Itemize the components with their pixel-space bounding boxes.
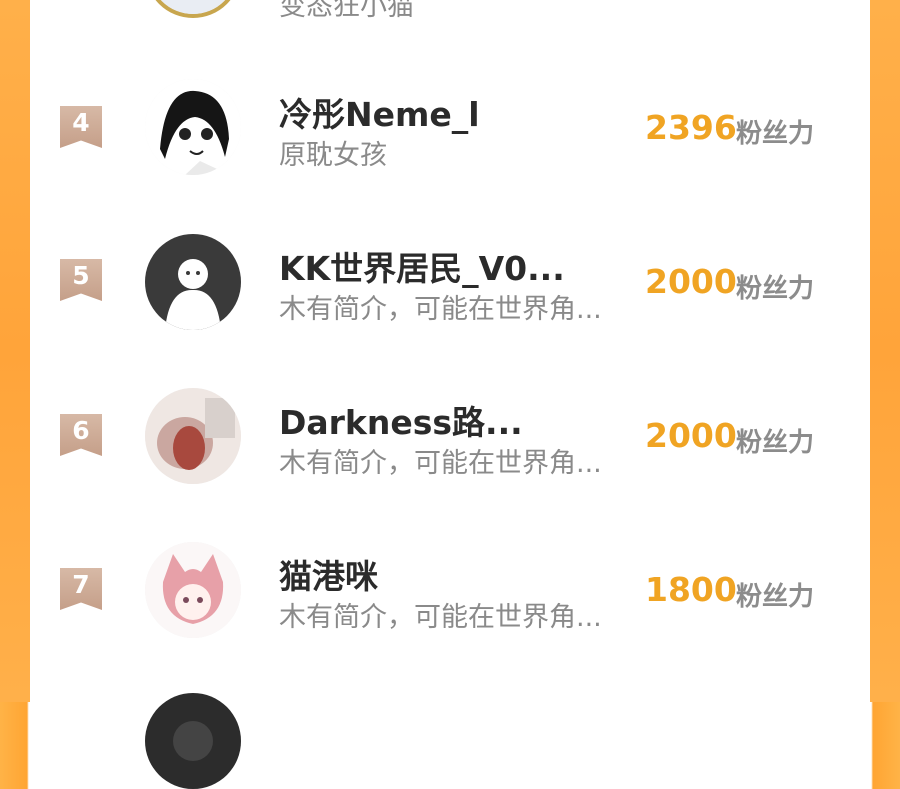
fan-unit: 粉丝力 [736,582,815,612]
user-name[interactable]: Darkness路... [279,396,523,444]
bio: 木有简介，可能在世界角... [279,294,602,325]
list-item[interactable]: 7 猫港咪 木有简介，可能在世界角... 1800 粉丝力 [30,520,870,660]
fan-score: 2000 [645,416,737,455]
fan-unit: 粉丝力 [736,119,815,149]
rank-badge: 7 [60,568,102,610]
rank-badge: 6 [60,414,102,456]
fan-score: 1800 [645,570,737,609]
list-item[interactable]: 5 KK世界居民_V0... 木有简介，可能在世界角... 2000 粉丝力 [30,212,870,352]
avatar[interactable] [145,0,241,18]
bio: 木有简介，可能在世界角... [279,602,602,633]
list-item[interactable]: 6 Darkness路... 木有简介，可能在世界角... 2000 粉丝力 [30,366,870,506]
partial-top-row[interactable]: 变态狂小猫 [30,0,870,30]
rank-badge: 4 [60,106,102,148]
right-frame [870,0,900,702]
avatar[interactable] [145,234,241,330]
bio: 木有简介，可能在世界角... [279,448,602,479]
fan-unit: 粉丝力 [736,428,815,458]
user-name[interactable]: KK世界居民_V0... [279,242,565,290]
fan-score: 2396 [645,108,737,147]
rank-number: 7 [72,570,90,599]
user-name[interactable]: 冷彤Neme_l [279,88,480,136]
avatar[interactable] [145,388,241,484]
rank-badge: 5 [60,259,102,301]
bio: 原耽女孩 [279,140,387,171]
list-item[interactable]: 4 冷彤Neme_l 原耽女孩 2396 粉丝力 [30,58,870,198]
bio: 变态狂小猫 [279,0,414,22]
rank-number: 6 [72,416,90,445]
avatar[interactable] [145,542,241,638]
rank-number: 5 [72,261,90,290]
avatar[interactable] [145,79,241,175]
left-frame [0,0,30,702]
user-name[interactable]: 猫港咪 [279,550,378,598]
fan-score: 2000 [645,262,737,301]
avatar[interactable] [145,693,241,789]
rank-number: 4 [72,108,90,137]
fan-unit: 粉丝力 [736,274,815,304]
